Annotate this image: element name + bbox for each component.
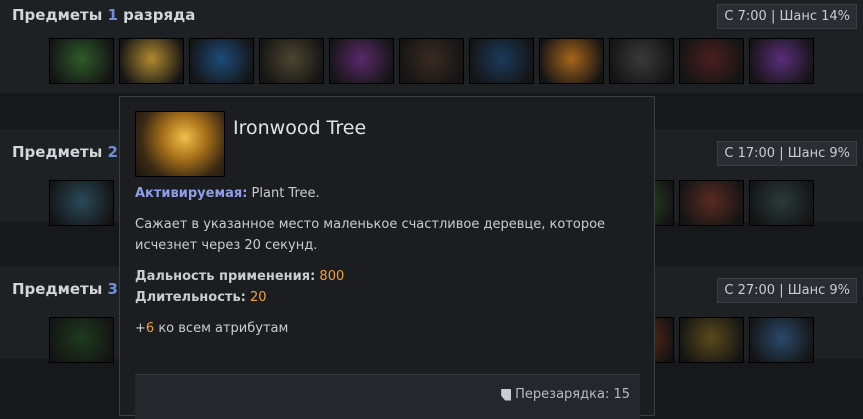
ring-icon[interactable] [49,180,114,226]
tier-title: Предметы 3 [12,280,118,298]
active-ability: Активируемая: Plant Tree. [135,186,320,201]
attribute-bonus: +6 ко всем атрибутам [135,321,289,336]
tier-title: Предметы 2 [12,143,118,161]
tier-info-badge: С 27:00 | Шанс 9% [717,278,857,303]
tier-info-badge: С 7:00 | Шанс 14% [717,4,857,29]
duration-stat: Длительность: 20 [135,290,267,305]
crown-icon[interactable] [749,317,814,363]
cooldown-bar: Перезарядка: 15 [135,374,640,419]
golden-armor-icon[interactable] [679,317,744,363]
green-fish-icon[interactable] [49,317,114,363]
silver-ring-icon[interactable] [749,180,814,226]
frost-crystal-icon[interactable] [189,38,254,84]
cooldown-icon [501,388,512,401]
cooldown-label: Перезарядка: 15 [501,387,630,402]
shovel-icon[interactable] [329,38,394,84]
item-tooltip: Ironwood Tree Активируемая: Plant Tree. … [119,96,655,419]
ironwood-tree-icon[interactable] [119,38,184,84]
tier-title: Предметы 1 разряда [12,6,196,24]
whip-icon[interactable] [679,180,744,226]
tier-1-section: Предметы 1 разряда С 7:00 | Шанс 14% [0,0,863,93]
telescope-icon[interactable] [49,38,114,84]
range-stat: Дальность применения: 800 [135,269,345,284]
item-row [49,317,114,363]
blue-eye-icon[interactable] [469,38,534,84]
red-amulet-icon[interactable] [399,38,464,84]
tooltip-body: Активируемая: Plant Tree. Сажает в указа… [135,183,640,339]
mask-icon[interactable] [679,38,744,84]
tier-info-badge: С 17:00 | Шанс 9% [717,141,857,166]
broom-icon[interactable] [259,38,324,84]
item-row [49,180,114,226]
item-name: Ironwood Tree [233,117,367,139]
purple-crystal-icon[interactable] [749,38,814,84]
item-row [49,38,814,84]
armor-icon[interactable] [609,38,674,84]
honeycomb-icon[interactable] [539,38,604,84]
ironwood-tree-icon [135,111,225,177]
item-description: Сажает в указанное место маленькое счаст… [135,217,606,253]
